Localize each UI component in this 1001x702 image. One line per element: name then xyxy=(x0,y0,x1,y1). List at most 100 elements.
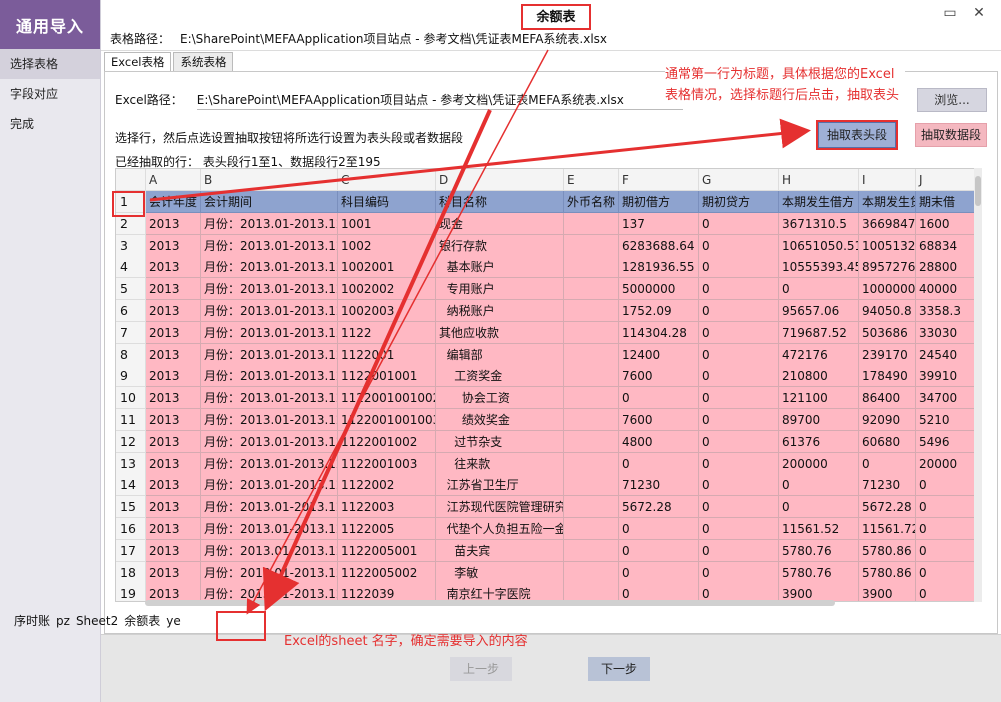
table-cell[interactable] xyxy=(564,539,619,562)
tab-excel[interactable]: Excel表格 xyxy=(104,52,172,72)
table-cell[interactable]: 纳税账户 xyxy=(436,300,564,322)
table-cell[interactable]: 0 xyxy=(699,365,779,388)
table-cell[interactable]: 2013 xyxy=(146,561,201,584)
prev-step-button[interactable]: 上一步 xyxy=(450,657,512,681)
table-cell[interactable]: 苗夫宾 xyxy=(436,539,564,562)
row-number[interactable]: 16 xyxy=(116,518,146,540)
table-cell[interactable]: 本期发生借方 xyxy=(779,191,859,213)
table-cell[interactable]: 0 xyxy=(699,343,779,366)
table-cell[interactable]: 1122001002 xyxy=(338,430,436,453)
table-cell[interactable]: 期初贷方 xyxy=(699,191,779,213)
table-cell[interactable]: 0 xyxy=(779,496,859,519)
table-row[interactable]: 6 2013 月份：2013.01-2013.12 1002003 纳税账户 1752.… xyxy=(116,300,981,322)
table-row[interactable]: 2 2013 月份：2013.01-2013.12 1001 现金 137 0 3671310… xyxy=(116,212,981,235)
table-cell[interactable] xyxy=(564,409,619,431)
table-cell[interactable]: 6283688.64 xyxy=(619,234,699,257)
table-cell[interactable]: 1600 xyxy=(916,212,976,235)
table-cell[interactable]: 200000 xyxy=(779,452,859,475)
table-cell[interactable]: 0 xyxy=(699,518,779,540)
table-cell[interactable]: 2013 xyxy=(146,212,201,235)
table-cell[interactable]: 2013 xyxy=(146,387,201,410)
table-cell[interactable]: 月份：2013.01-2013.12 xyxy=(201,256,338,279)
table-cell[interactable]: 61376 xyxy=(779,430,859,453)
table-row[interactable]: 7 2013 月份：2013.01-2013.12 1122 其他应收款 114304.2… xyxy=(116,321,981,344)
horizontal-scrollbar[interactable] xyxy=(145,600,835,606)
row-number[interactable]: 12 xyxy=(116,430,146,453)
table-cell[interactable]: 其他应收款 xyxy=(436,321,564,344)
table-cell[interactable]: 0 xyxy=(699,474,779,497)
column-header[interactable]: C xyxy=(338,169,436,191)
sidebar-item-select-table[interactable]: 选择表格 xyxy=(0,49,100,79)
table-cell[interactable]: 0 xyxy=(699,539,779,562)
table-cell[interactable]: 2013 xyxy=(146,496,201,519)
table-cell[interactable]: 239170 xyxy=(859,343,916,366)
table-cell[interactable]: 外币名称 xyxy=(564,191,619,213)
table-cell[interactable]: 现金 xyxy=(436,212,564,235)
table-cell[interactable]: 月份：2013.01-2013.12 xyxy=(201,409,338,431)
table-cell[interactable]: 0 xyxy=(699,212,779,235)
table-cell[interactable]: 20000 xyxy=(916,452,976,475)
table-cell[interactable]: 1122003 xyxy=(338,496,436,519)
table-cell[interactable] xyxy=(564,474,619,497)
tab-system[interactable]: 系统表格 xyxy=(173,52,234,72)
table-cell[interactable]: 1122005001 xyxy=(338,539,436,562)
row-number[interactable]: 10 xyxy=(116,387,146,410)
table-cell[interactable]: 2013 xyxy=(146,452,201,475)
table-cell[interactable]: 1122001 xyxy=(338,343,436,366)
table-cell[interactable] xyxy=(564,518,619,540)
table-cell[interactable]: 0 xyxy=(699,496,779,519)
table-cell[interactable]: 月份：2013.01-2013.12 xyxy=(201,234,338,257)
table-cell[interactable]: 0 xyxy=(779,278,859,301)
table-cell[interactable]: 月份：2013.01-2013.12 xyxy=(201,365,338,388)
table-cell[interactable]: 2013 xyxy=(146,539,201,562)
table-cell[interactable]: 24540 xyxy=(916,343,976,366)
row-number[interactable]: 15 xyxy=(116,496,146,519)
table-cell[interactable]: 0 xyxy=(699,300,779,322)
table-cell[interactable]: 往来款 xyxy=(436,452,564,475)
table-row[interactable]: 14 2013 月份：2013.01-2013.12 1122002 江苏省卫生厅 71… xyxy=(116,474,981,497)
table-cell[interactable]: 0 xyxy=(916,518,976,540)
table-cell[interactable]: 137 xyxy=(619,212,699,235)
row-number[interactable]: 8 xyxy=(116,343,146,366)
table-row[interactable]: 11 2013 月份：2013.01-2013.12 1122001001003 绩效… xyxy=(116,409,981,431)
table-cell[interactable]: 94050.8 xyxy=(859,300,916,322)
table-cell[interactable]: 3358.3 xyxy=(916,300,976,322)
table-cell[interactable]: 2013 xyxy=(146,430,201,453)
table-row[interactable]: 17 2013 月份：2013.01-2013.12 1122005001 苗夫宾 0 0… xyxy=(116,539,981,562)
table-cell[interactable]: 1002 xyxy=(338,234,436,257)
table-cell[interactable]: 会计期间 xyxy=(201,191,338,213)
table-cell[interactable]: 0 xyxy=(699,256,779,279)
table-cell[interactable]: 协会工资 xyxy=(436,387,564,410)
table-cell[interactable]: 1122 xyxy=(338,321,436,344)
table-cell[interactable]: 5672.28 xyxy=(619,496,699,519)
table-cell[interactable] xyxy=(564,452,619,475)
table-cell[interactable]: 71230 xyxy=(619,474,699,497)
table-cell[interactable]: 期末借 xyxy=(916,191,976,213)
browse-button[interactable]: 浏览... xyxy=(917,88,987,112)
table-cell[interactable] xyxy=(564,496,619,519)
table-cell[interactable]: 月份：2013.01-2013.12 xyxy=(201,518,338,540)
table-row[interactable]: 10 2013 月份：2013.01-2013.12 1122001001002 协会… xyxy=(116,387,981,410)
sheet-tab[interactable]: 余额表 xyxy=(124,612,160,630)
table-cell[interactable]: 121100 xyxy=(779,387,859,410)
table-cell[interactable]: 5000000 xyxy=(619,278,699,301)
row-number[interactable]: 18 xyxy=(116,561,146,584)
minimize-icon[interactable]: ▭ xyxy=(941,4,959,22)
table-cell[interactable]: 1752.09 xyxy=(619,300,699,322)
table-cell[interactable]: 1122002 xyxy=(338,474,436,497)
table-cell[interactable]: 1122001001002 xyxy=(338,387,436,410)
table-cell[interactable]: 5496 xyxy=(916,430,976,453)
row-number[interactable]: 7 xyxy=(116,321,146,344)
table-cell[interactable]: 1002002 xyxy=(338,278,436,301)
sheet-tab[interactable]: 序时账 xyxy=(14,612,50,630)
table-cell[interactable]: 0 xyxy=(619,518,699,540)
table-cell[interactable]: 月份：2013.01-2013.12 xyxy=(201,343,338,366)
table-cell[interactable] xyxy=(564,343,619,366)
table-cell[interactable]: 28800 xyxy=(916,256,976,279)
table-cell[interactable]: 基本账户 xyxy=(436,256,564,279)
table-cell[interactable] xyxy=(564,430,619,453)
column-header[interactable]: G xyxy=(699,169,779,191)
table-cell[interactable] xyxy=(564,234,619,257)
table-cell[interactable]: 68834 xyxy=(916,234,976,257)
table-cell[interactable]: 3900 xyxy=(859,583,916,601)
